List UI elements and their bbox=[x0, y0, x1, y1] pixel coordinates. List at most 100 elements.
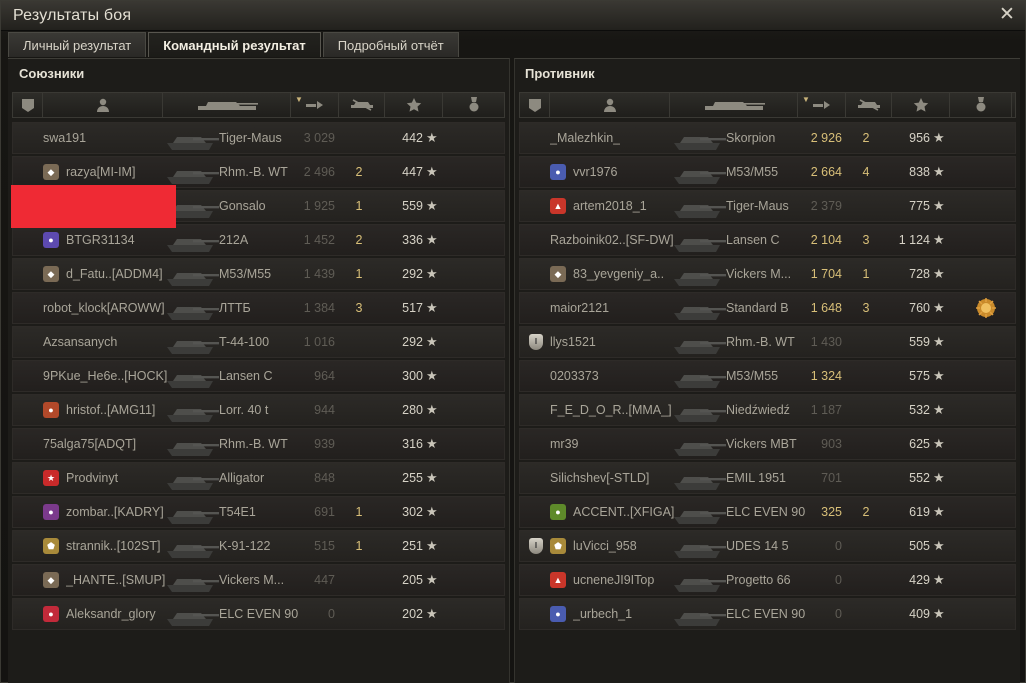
tank-name: T54E1 bbox=[219, 505, 256, 519]
tank-name: Rhm.-B. WT bbox=[219, 165, 288, 179]
damage-value: 1 439 bbox=[303, 267, 335, 281]
allies-tank-column-icon[interactable] bbox=[163, 93, 291, 117]
player-name[interactable]: BTGR31134 bbox=[66, 233, 135, 247]
player-name[interactable]: vvr1976 bbox=[573, 165, 617, 179]
player-name[interactable]: zombar..[KADRY] bbox=[66, 505, 164, 519]
allies-medal-column-icon[interactable] bbox=[443, 93, 505, 117]
player-name[interactable]: razya[MI-IM] bbox=[66, 165, 135, 179]
star-icon: ★ bbox=[933, 130, 945, 145]
player-name[interactable]: _urbech_1 bbox=[573, 607, 632, 621]
allies-player-column-icon[interactable] bbox=[43, 93, 163, 117]
player-name[interactable]: _Malezhkin_ bbox=[550, 131, 620, 145]
table-row[interactable]: Silichshev[-STLD] EMIL 1951 701 552 ★ bbox=[519, 462, 1016, 494]
player-name[interactable]: 75alga75[ADQT] bbox=[43, 437, 136, 451]
xp-value: 728 bbox=[909, 267, 930, 281]
tab-personal-result[interactable]: Личный результат bbox=[8, 32, 147, 57]
player-name[interactable]: 0203373 bbox=[550, 369, 599, 383]
player-name[interactable]: 83_yevgeniy_a.. bbox=[573, 267, 664, 281]
star-icon: ★ bbox=[933, 300, 945, 315]
diamond-icon: ◆ bbox=[43, 266, 59, 282]
table-row[interactable]: 75alga75[ADQT] Rhm.-B. WT 939 316 ★ bbox=[12, 428, 505, 460]
table-row[interactable]: 0203373 M53/M55 1 324 575 ★ bbox=[519, 360, 1016, 392]
table-row[interactable]: I ⬟ luVicci_958 UDES 14 5 0 505 ★ bbox=[519, 530, 1016, 562]
player-name[interactable]: robot_klock[AROWW] bbox=[43, 301, 165, 315]
enemies-tank-column-icon[interactable] bbox=[670, 93, 798, 117]
damage-value: 1 648 bbox=[810, 301, 842, 315]
table-row[interactable]: ◆ 83_yevgeniy_a.. Vickers M... 1 704 1 728 ★ bbox=[519, 258, 1016, 290]
table-row[interactable]: ◆ razya[MI-IM] Rhm.-B. WT 2 496 2 447 ★ bbox=[12, 156, 505, 188]
table-row[interactable]: ● ACCENT..[XFIGA] ELC EVEN 90 325 2 619 ★ bbox=[519, 496, 1016, 528]
table-row[interactable]: ● hristof..[AMG11] Lorr. 40 t 944 280 ★ bbox=[12, 394, 505, 426]
table-row[interactable]: 9PKue_He6e..[HOCK] Lansen C 964 300 ★ bbox=[12, 360, 505, 392]
close-icon[interactable]: ✕ bbox=[997, 5, 1017, 25]
player-name[interactable]: artem2018_1 bbox=[573, 199, 647, 213]
player-name[interactable]: ucneneJI9ITop bbox=[573, 573, 654, 587]
star-icon: ★ bbox=[933, 470, 945, 485]
player-name[interactable]: Prodvinyt bbox=[66, 471, 118, 485]
table-row[interactable]: ● vvr1976 M53/M55 2 664 4 838 ★ bbox=[519, 156, 1016, 188]
medal-icon[interactable] bbox=[975, 297, 997, 319]
enemies-medal-column-icon[interactable] bbox=[950, 93, 1012, 117]
table-row[interactable]: ● zombar..[KADRY] T54E1 691 1 302 ★ bbox=[12, 496, 505, 528]
player-name[interactable]: Silichshev[-STLD] bbox=[550, 471, 649, 485]
player-name[interactable]: d_Fatu..[ADDM4] bbox=[66, 267, 163, 281]
tab-team-result[interactable]: Командный результат bbox=[148, 32, 321, 57]
player-name[interactable]: Azsansanych bbox=[43, 335, 117, 349]
table-row[interactable]: ◆ d_Fatu..[ADDM4] M53/M55 1 439 1 292 ★ bbox=[12, 258, 505, 290]
player-name[interactable]: F_E_D_O_R..[MMA_] bbox=[550, 403, 672, 417]
allies-platoon-column-icon[interactable] bbox=[13, 93, 43, 117]
tank-image bbox=[674, 613, 726, 626]
xp-value: 559 bbox=[402, 199, 423, 213]
clan-emblem-icon: ● bbox=[43, 504, 59, 520]
table-row[interactable]: mr39 Vickers MBT 903 625 ★ bbox=[519, 428, 1016, 460]
table-row[interactable]: ◆ _HANTE..[SMUP] Vickers M... 447 205 ★ bbox=[12, 564, 505, 596]
enemies-kills-column-icon[interactable] bbox=[846, 93, 892, 117]
player-name[interactable]: Aleksandr_glory bbox=[66, 607, 156, 621]
player-name[interactable]: _HANTE..[SMUP] bbox=[66, 573, 165, 587]
table-row[interactable]: robot_klock[AROWW] ЛТТБ 1 384 3 517 ★ bbox=[12, 292, 505, 324]
table-row[interactable]: maior2121 Standard B 1 648 3 760 ★ bbox=[519, 292, 1016, 324]
xp-value: 442 bbox=[402, 131, 423, 145]
tank-name: Niedźwiedź bbox=[726, 403, 790, 417]
player-name[interactable]: swa191 bbox=[43, 131, 86, 145]
enemies-player-column-icon[interactable] bbox=[550, 93, 670, 117]
table-row[interactable]: ● _urbech_1 ELC EVEN 90 0 409 ★ bbox=[519, 598, 1016, 630]
table-row[interactable]: ▲ artem2018_1 Tiger-Maus 2 379 775 ★ bbox=[519, 190, 1016, 222]
table-row[interactable]: ● Aleksandr_glory ELC EVEN 90 0 202 ★ bbox=[12, 598, 505, 630]
damage-value: 3 029 bbox=[303, 131, 335, 145]
player-name[interactable]: llys1521 bbox=[550, 335, 596, 349]
enemies-panel: Противник ▼ _Malezhkin_ Skorpion 2 926 2 956… bbox=[514, 58, 1020, 683]
tank-name: Rhm.-B. WT bbox=[726, 335, 795, 349]
tank-name: Lansen C bbox=[726, 233, 780, 247]
xp-value: 575 bbox=[909, 369, 930, 383]
player-name[interactable]: luVicci_958 bbox=[573, 539, 637, 553]
tank-name: Vickers M... bbox=[726, 267, 792, 281]
table-row[interactable]: _Malezhkin_ Skorpion 2 926 2 956 ★ bbox=[519, 122, 1016, 154]
allies-xp-column-icon[interactable] bbox=[385, 93, 443, 117]
allies-kills-column-icon[interactable] bbox=[339, 93, 385, 117]
enemies-damage-column-icon[interactable]: ▼ bbox=[798, 93, 846, 117]
clan-emblem-icon: ● bbox=[43, 402, 59, 418]
allies-damage-column-icon[interactable]: ▼ bbox=[291, 93, 339, 117]
table-row[interactable]: F_E_D_O_R..[MMA_] Niedźwiedź 1 187 532 ★ bbox=[519, 394, 1016, 426]
enemies-xp-column-icon[interactable] bbox=[892, 93, 950, 117]
xp-value: 625 bbox=[909, 437, 930, 451]
table-row[interactable]: ▲ ucneneJI9ITop Progetto 66 0 429 ★ bbox=[519, 564, 1016, 596]
table-row[interactable]: swa191 Tiger-Maus 3 029 442 ★ bbox=[12, 122, 505, 154]
player-name[interactable]: mr39 bbox=[550, 437, 578, 451]
player-name[interactable]: hristof..[AMG11] bbox=[66, 403, 155, 417]
table-row[interactable]: Illys1521 Rhm.-B. WT 1 430 559 ★ bbox=[519, 326, 1016, 358]
tank-image bbox=[674, 137, 726, 150]
tab-detailed-report[interactable]: Подробный отчёт bbox=[322, 32, 459, 57]
player-name[interactable]: strannik..[102ST] bbox=[66, 539, 161, 553]
table-row[interactable]: ★ Prodvinyt Alligator 848 255 ★ bbox=[12, 462, 505, 494]
table-row[interactable]: Azsansanych T-44-100 1 016 292 ★ bbox=[12, 326, 505, 358]
player-name[interactable]: Razboinik02..[SF-DW] bbox=[550, 233, 674, 247]
enemies-platoon-column-icon[interactable] bbox=[520, 93, 550, 117]
player-name[interactable]: 9PKue_He6e..[HOCK] bbox=[43, 369, 167, 383]
player-name[interactable]: ACCENT..[XFIGA] bbox=[573, 505, 674, 519]
table-row[interactable]: Razboinik02..[SF-DW] Lansen C 2 104 3 1 124 ★ bbox=[519, 224, 1016, 256]
table-row[interactable]: ● BTGR31134 212A 1 452 2 336 ★ bbox=[12, 224, 505, 256]
table-row[interactable]: ⬟ strannik..[102ST] K-91-122 515 1 251 ★ bbox=[12, 530, 505, 562]
player-name[interactable]: maior2121 bbox=[550, 301, 609, 315]
